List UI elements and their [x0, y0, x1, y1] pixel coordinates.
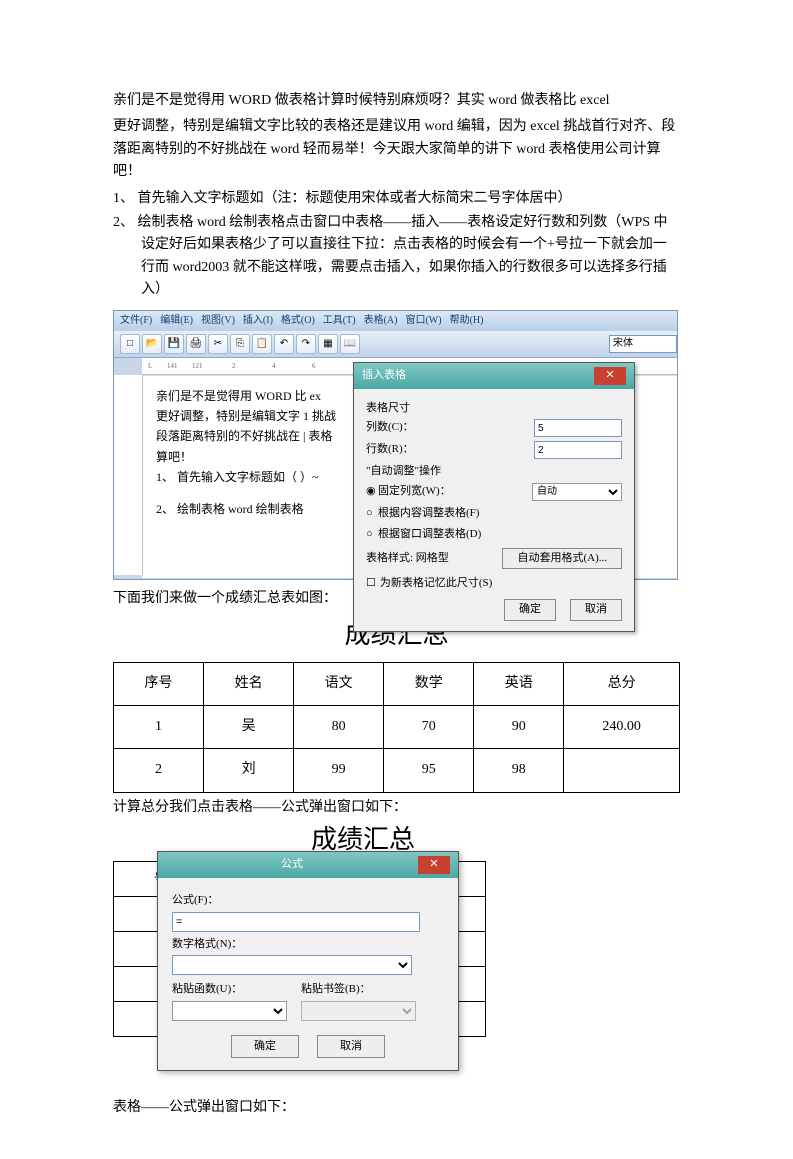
radio-fixed[interactable]: 固定列宽(W)：: [378, 483, 532, 501]
menu-insert[interactable]: 插入(I): [243, 313, 273, 329]
numfmt-select[interactable]: [172, 955, 412, 975]
menu-help[interactable]: 帮助(H): [450, 313, 484, 329]
cut-icon[interactable]: ✂: [208, 334, 228, 354]
print-icon[interactable]: 🖨: [186, 334, 206, 354]
toolbar-1: □ 📂 💾 🖨 ✂ ⎘ 📋 ↶ ↷ ▦ 📖 宋体: [114, 331, 677, 358]
calc-caption: 计算总分我们点击表格——公式弹出窗口如下：: [113, 797, 680, 819]
cell: 99: [294, 749, 384, 792]
col-header: 英语: [474, 662, 564, 705]
intro-line-2: 更好调整，特别是编辑文字比较的表格还是建议用 word 编辑，因为 excel …: [113, 116, 680, 183]
menu-view[interactable]: 视图(V): [201, 313, 235, 329]
ok-button[interactable]: 确定: [504, 599, 556, 621]
radio-content[interactable]: 根据内容调整表格(F): [378, 505, 622, 523]
menu-table[interactable]: 表格(A): [364, 313, 398, 329]
menu-edit[interactable]: 编辑(E): [160, 313, 193, 329]
radio-window[interactable]: 根据窗口调整表格(D): [378, 526, 622, 544]
dialog-title-text: 插入表格: [362, 367, 406, 385]
intro-line-1: 亲们是不是觉得用 WORD 做表格计算时候特别麻烦呀？其实 word 做表格比 …: [113, 90, 680, 112]
paste-fn-label: 粘贴函数(U)：: [172, 981, 287, 999]
cell: 1: [114, 705, 204, 748]
new-icon[interactable]: □: [120, 334, 140, 354]
table-icon[interactable]: ▦: [318, 334, 338, 354]
col-header: 总分: [564, 662, 680, 705]
close-icon[interactable]: ✕: [594, 367, 626, 385]
col-header: 姓名: [204, 662, 294, 705]
paste-fn-select[interactable]: [172, 1001, 287, 1021]
formula-label: 公式(F)：: [172, 892, 444, 910]
word-screenshot: 文件(F) 编辑(E) 视图(V) 插入(I) 格式(O) 工具(T) 表格(A…: [113, 310, 678, 580]
fixed-width-select[interactable]: 自动: [532, 483, 622, 501]
open-icon[interactable]: 📂: [142, 334, 162, 354]
insert-table-dialog: 插入表格 ✕ 表格尺寸 列数(C)： 行数(R)： "自动调整"操作 ◉ 固定列…: [353, 362, 635, 632]
rows-input[interactable]: [534, 441, 622, 459]
cell: 吴: [204, 705, 294, 748]
style-label: 表格样式: 网格型: [366, 550, 494, 568]
cell: 240.00: [564, 705, 680, 748]
numfmt-label: 数字格式(N)：: [172, 936, 444, 954]
size-label: 表格尺寸: [366, 400, 622, 418]
menu-format[interactable]: 格式(O): [281, 313, 315, 329]
ok-button[interactable]: 确定: [231, 1035, 299, 1059]
remember-label: 为新表格记忆此尺寸(S): [380, 575, 492, 593]
list-item-2: 2、 绘制表格 word 绘制表格点击窗口中表格——插入——表格设定好行数和列数…: [113, 212, 680, 302]
col-header: 数学: [384, 662, 474, 705]
cols-label: 列数(C)：: [366, 419, 534, 437]
col-header: 序号: [114, 662, 204, 705]
table-header-row: 序号 姓名 语文 数学 英语 总分: [114, 662, 680, 705]
paste-bm-select[interactable]: [301, 1001, 416, 1021]
menubar: 文件(F) 编辑(E) 视图(V) 插入(I) 格式(O) 工具(T) 表格(A…: [114, 311, 677, 331]
cell: 刘: [204, 749, 294, 792]
undo-icon[interactable]: ↶: [274, 334, 294, 354]
font-box[interactable]: 宋体: [609, 335, 677, 353]
formula-dialog: 公式 ✕ 公式(F)： 数字格式(N)： 粘贴函数(U)： 粘贴书签(B)： 确…: [157, 851, 459, 1071]
formula-input[interactable]: [172, 912, 420, 932]
copy-icon[interactable]: ⎘: [230, 334, 250, 354]
checkbox-icon[interactable]: ☐: [366, 575, 376, 593]
table-row: 1 吴 80 70 90 240.00: [114, 705, 680, 748]
formula-title: 公式: [166, 856, 418, 874]
autofit-label: "自动调整"操作: [366, 463, 622, 481]
cell: 98: [474, 749, 564, 792]
read-icon[interactable]: 📖: [340, 334, 360, 354]
cell: 2: [114, 749, 204, 792]
col-header: 语文: [294, 662, 384, 705]
rows-label: 行数(R)：: [366, 441, 534, 459]
paste-icon[interactable]: 📋: [252, 334, 272, 354]
list-item-1: 1、 首先输入文字标题如（注：标题使用宋体或者大标简宋二号字体居中）: [113, 188, 680, 210]
redo-icon[interactable]: ↷: [296, 334, 316, 354]
behind-caption: 表格——公式弹出窗口如下：: [113, 1097, 295, 1119]
close-icon[interactable]: ✕: [418, 856, 450, 874]
cancel-button[interactable]: 取消: [570, 599, 622, 621]
save-icon[interactable]: 💾: [164, 334, 184, 354]
table-row: 2 刘 99 95 98: [114, 749, 680, 792]
cell: 90: [474, 705, 564, 748]
vertical-ruler: [114, 375, 143, 575]
score-table: 序号 姓名 语文 数学 英语 总分 1 吴 80 70 90 240.00 2 …: [113, 662, 680, 793]
paste-bm-label: 粘贴书签(B)：: [301, 981, 416, 999]
menu-tools[interactable]: 工具(T): [323, 313, 356, 329]
menu-file[interactable]: 文件(F): [120, 313, 152, 329]
autoformat-button[interactable]: 自动套用格式(A)...: [502, 548, 622, 570]
cancel-button[interactable]: 取消: [317, 1035, 385, 1059]
menu-window[interactable]: 窗口(W): [405, 313, 441, 329]
cell: 95: [384, 749, 474, 792]
cell: [564, 749, 680, 792]
cell: 80: [294, 705, 384, 748]
cell: 70: [384, 705, 474, 748]
cols-input[interactable]: [534, 419, 622, 437]
